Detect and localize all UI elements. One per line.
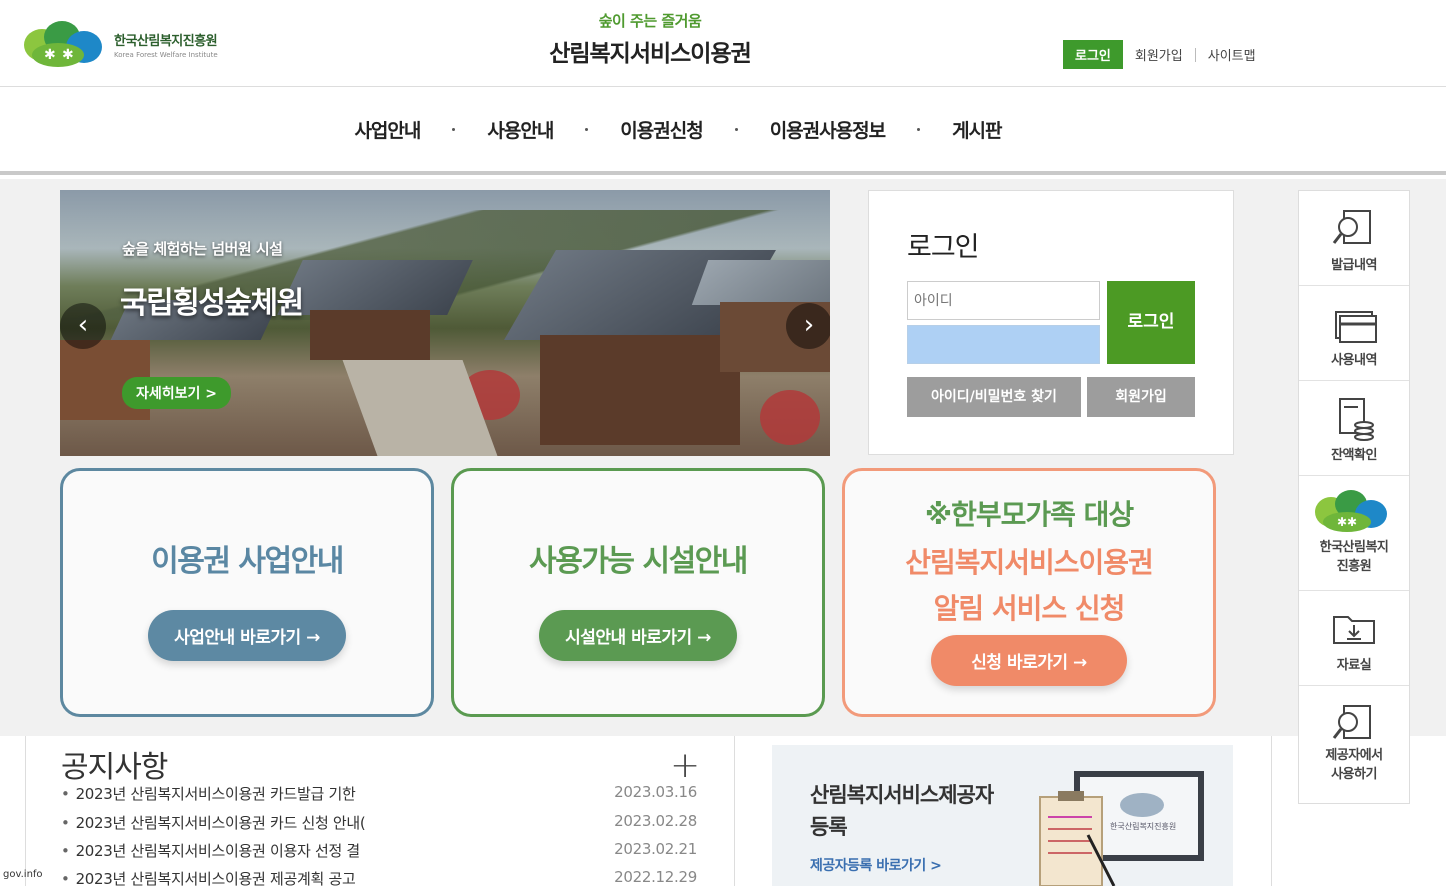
main-nav: 사업안내 사용안내 이용권신청 이용권사용정보 게시판 bbox=[0, 87, 1446, 175]
id-input[interactable] bbox=[907, 281, 1100, 320]
find-id-password-button[interactable]: 아이디/비밀번호 찾기 bbox=[907, 377, 1081, 417]
login-title: 로그인 bbox=[907, 232, 980, 263]
forest-logo-icon: ✱ ✱ bbox=[24, 21, 102, 67]
notice-title: 공지사항 bbox=[61, 750, 168, 785]
quick-label: 사용내역 bbox=[1331, 353, 1377, 368]
logo-korean-text: 한국산림복지진흥원 bbox=[114, 33, 218, 49]
notice-row-title[interactable]: 2023년 산림복지서비스이용권 이용자 선정 결 bbox=[61, 840, 361, 861]
monitor-clipboard-icon: 한국산림복지진흥원 bbox=[1039, 771, 1204, 886]
card-title: 이용권 사업안내 bbox=[151, 544, 344, 579]
svg-text:✱✱: ✱✱ bbox=[1337, 515, 1357, 529]
balance-coins-icon bbox=[1339, 398, 1374, 441]
join-button[interactable]: 회원가입 bbox=[1087, 377, 1195, 417]
card-icon bbox=[1335, 311, 1377, 343]
card3-line3: 알림 서비스 신청 bbox=[933, 592, 1126, 625]
search-document-icon bbox=[1332, 210, 1371, 244]
notice-row-title[interactable]: 2023년 산림복지서비스이용권 카드발급 기한 bbox=[61, 783, 356, 804]
status-text: gov.info bbox=[3, 869, 43, 880]
card3-line1: ※한부모가족 대상 bbox=[924, 498, 1134, 531]
banner-cabin-roof bbox=[691, 260, 830, 305]
institute-logo-icon: ✱✱ bbox=[1315, 490, 1387, 532]
site-title-block[interactable]: 숲이 주는 즐거움 산림복지서비스이용권 bbox=[500, 10, 800, 68]
main-banner[interactable]: 숲을 체험하는 넘버원 시설 국립횡성숲체원 자세히보기 > ‹ › bbox=[60, 190, 830, 456]
site-header: ✱ ✱ 한국산림복지진흥원 Korea Forest Welfare Insti… bbox=[0, 0, 1446, 87]
quick-item-balance[interactable]: 잔액확인 bbox=[1299, 381, 1409, 476]
nav-dot bbox=[452, 127, 456, 131]
notice-section: 공지사항 + 2023년 산림복지서비스이용권 카드발급 기한 2023.03.… bbox=[25, 736, 735, 886]
utility-menu: 로그인 회원가입 사이트맵 bbox=[1063, 40, 1268, 69]
provider-title: 산림복지서비스제공자 등록 bbox=[810, 779, 994, 843]
header-sitemap-link[interactable]: 사이트맵 bbox=[1196, 45, 1268, 64]
notice-row-title[interactable]: 2023년 산림복지서비스이용권 제공계획 공고 bbox=[61, 868, 356, 886]
card-facility-info[interactable]: 사용가능 시설안내 시설안내 바로가기 → bbox=[451, 468, 825, 717]
quick-label: 자료실 bbox=[1336, 658, 1372, 673]
logo-english-text: Korea Forest Welfare Institute bbox=[114, 50, 218, 59]
nav-item-business[interactable]: 사업안내 bbox=[354, 116, 421, 143]
svg-text:✱: ✱ bbox=[44, 47, 56, 63]
banner-autumn-tree bbox=[760, 390, 820, 445]
login-panel: 로그인 로그인 아이디/비밀번호 찾기 회원가입 bbox=[868, 190, 1234, 455]
quick-item-provider-use[interactable]: 제공자에서 사용하기 bbox=[1299, 686, 1409, 802]
card3-line2: 산림복지서비스이용권 bbox=[905, 546, 1154, 579]
site-logo[interactable]: ✱ ✱ 한국산림복지진흥원 Korea Forest Welfare Insti… bbox=[22, 18, 242, 70]
monitor-text: 한국산림복지진흥원 bbox=[1110, 821, 1176, 831]
quick-menu: 발급내역 사용내역 잔액확인 ✱✱ 한국산림복지 진흥원 자료실 제공자에서 사… bbox=[1298, 190, 1410, 804]
notice-row-date: 2023.02.21 bbox=[614, 840, 697, 858]
notice-more-icon[interactable]: + bbox=[670, 748, 700, 784]
banner-detail-button[interactable]: 자세히보기 > bbox=[122, 377, 232, 409]
header-login-button[interactable]: 로그인 bbox=[1063, 40, 1123, 69]
card-notification-service[interactable]: ※한부모가족 대상 산림복지서비스이용권 알림 서비스 신청 신청 바로가기 → bbox=[842, 468, 1216, 717]
nav-dot bbox=[734, 127, 738, 131]
banner-cabin-wall bbox=[310, 310, 430, 360]
quick-label: 제공자에서 사용하기 bbox=[1325, 748, 1383, 782]
notice-row-date: 2023.02.28 bbox=[614, 812, 697, 830]
banner-next-icon[interactable]: › bbox=[786, 303, 830, 349]
nav-dot bbox=[917, 127, 921, 131]
quick-item-usage-history[interactable]: 사용내역 bbox=[1299, 286, 1409, 381]
provider-title-line2: 등록 bbox=[810, 815, 848, 839]
facility-info-button[interactable]: 시설안내 바로가기 → bbox=[539, 610, 737, 661]
notice-row-title[interactable]: 2023년 산림복지서비스이용권 카드 신청 안내( bbox=[61, 812, 366, 833]
banner-cabin-roof bbox=[277, 260, 473, 315]
download-folder-icon bbox=[1333, 616, 1375, 644]
provider-register-banner[interactable]: 산림복지서비스제공자 등록 제공자등록 바로가기 > 한국산림복지진흥원 bbox=[772, 745, 1233, 886]
quick-label: 발급내역 bbox=[1331, 258, 1377, 273]
nav-item-board[interactable]: 게시판 bbox=[952, 116, 1002, 143]
nav-item-usage[interactable]: 사용안내 bbox=[487, 116, 554, 143]
card-business-info[interactable]: 이용권 사업안내 사업안내 바로가기 → bbox=[60, 468, 434, 717]
apply-button[interactable]: 신청 바로가기 → bbox=[931, 635, 1127, 686]
password-input[interactable] bbox=[907, 325, 1100, 364]
quick-label: 한국산림복지 진흥원 bbox=[1319, 540, 1389, 574]
banner-subtitle: 숲을 체험하는 넘버원 시설 bbox=[122, 240, 283, 258]
provider-title-line1: 산림복지서비스제공자 bbox=[810, 783, 994, 807]
provider-register-link[interactable]: 제공자등록 바로가기 > bbox=[810, 855, 942, 875]
notice-row-date: 2022.12.29 bbox=[614, 868, 697, 886]
site-title: 산림복지서비스이용권 bbox=[549, 41, 752, 67]
quick-item-institute[interactable]: ✱✱ 한국산림복지 진흥원 bbox=[1299, 476, 1409, 591]
banner-cabin-wall bbox=[540, 335, 740, 445]
login-submit-button[interactable]: 로그인 bbox=[1107, 281, 1195, 364]
banner-prev-icon[interactable]: ‹ bbox=[60, 303, 106, 349]
banner-title: 국립횡성숲체원 bbox=[120, 286, 304, 321]
site-slogan: 숲이 주는 즐거움 bbox=[598, 12, 702, 30]
header-join-link[interactable]: 회원가입 bbox=[1123, 45, 1195, 64]
quick-item-issue-history[interactable]: 발급내역 bbox=[1299, 191, 1409, 286]
quick-item-archive[interactable]: 자료실 bbox=[1299, 591, 1409, 686]
svg-text:✱: ✱ bbox=[62, 47, 74, 63]
nav-item-apply[interactable]: 이용권신청 bbox=[620, 116, 703, 143]
nav-dot bbox=[585, 127, 589, 131]
section-divider bbox=[1271, 736, 1272, 886]
notice-row-date: 2023.03.16 bbox=[614, 783, 697, 801]
card-title: 사용가능 시설안내 bbox=[529, 544, 748, 579]
quick-label: 잔액확인 bbox=[1331, 448, 1377, 463]
search-document-icon bbox=[1332, 705, 1371, 739]
business-info-button[interactable]: 사업안내 바로가기 → bbox=[148, 610, 346, 661]
nav-item-voucher-info[interactable]: 이용권사용정보 bbox=[770, 116, 886, 143]
